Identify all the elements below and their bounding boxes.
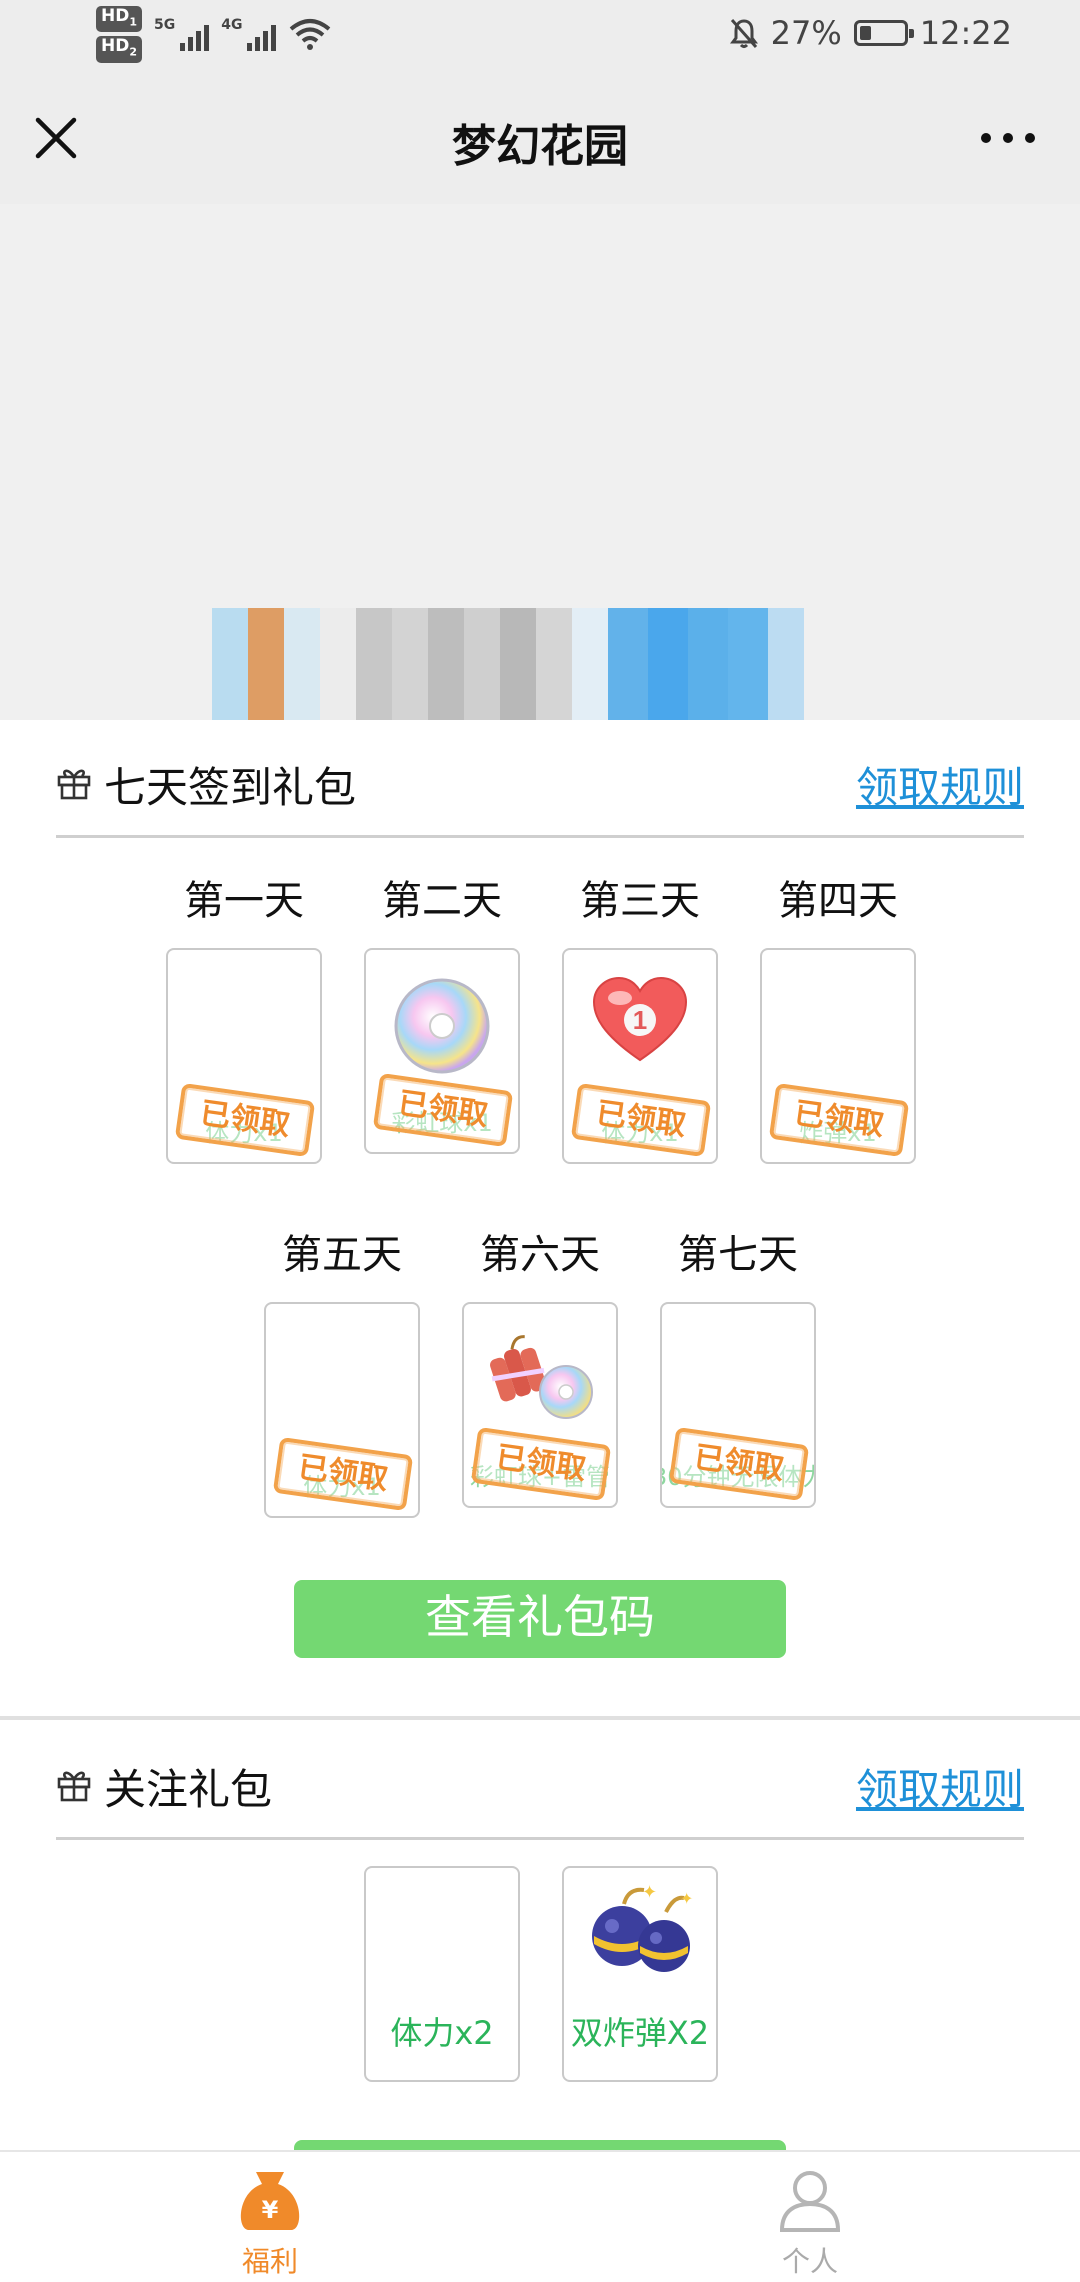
reward-card[interactable]: 彩虹球+雷管 已领取 — [462, 1302, 618, 1508]
hd-indicators: HD1 HD2 — [96, 6, 142, 63]
welfare-bag-icon: ¥ — [240, 2172, 300, 2230]
battery-fill — [859, 26, 871, 40]
clock: 12:22 — [919, 14, 1012, 52]
signal-4g-icon: 4G — [221, 17, 277, 52]
status-bar-left: HD1 HD2 5G 4G — [96, 6, 332, 63]
hd-badge-2: HD2 — [96, 36, 142, 63]
reward-name: 双炸弹X2 — [570, 2014, 710, 2052]
day-label: 第四天 — [778, 878, 898, 924]
signin-day-4[interactable]: 第四天 炸弹x1 已领取 — [760, 868, 916, 1164]
signal-5g-icon: 5G — [154, 17, 210, 52]
battery-icon — [853, 20, 914, 46]
day-label: 第六天 — [480, 1232, 600, 1278]
hd-badge-1: HD1 — [96, 6, 142, 33]
person-icon — [779, 2171, 841, 2232]
reward-card[interactable]: 1 体力x1 已领取 — [562, 948, 718, 1164]
signin-day-7[interactable]: 第七天 30分钟无限体力 已领取 — [660, 1222, 816, 1508]
tab-personal[interactable]: 个人 — [710, 2168, 910, 2280]
tab-welfare[interactable]: ¥ 福利 — [170, 2168, 370, 2280]
battery-percent: 27% — [770, 14, 842, 52]
blurred-banner-content — [212, 608, 804, 720]
bottom-tab-bar: ¥ 福利 个人 — [0, 2150, 1080, 2282]
tab-label: 个人 — [781, 2245, 838, 2278]
signin-day-5[interactable]: 第五天 体力x1 已领取 — [264, 1222, 420, 1518]
signin-day-1[interactable]: 第一天 体力x1 已领取 — [166, 868, 322, 1164]
status-bar-right: 27% 12:22 — [729, 14, 1012, 52]
rainbow-ball-icon — [394, 978, 490, 1074]
status-bar: HD1 HD2 5G 4G 27% 12:22 — [0, 0, 1080, 70]
reward-card[interactable]: 炸弹x1 已领取 — [760, 948, 916, 1164]
reward-card[interactable]: 30分钟无限体力 已领取 — [660, 1302, 816, 1508]
day-label: 第一天 — [184, 878, 304, 924]
svg-text:✦: ✦ — [680, 1889, 693, 1908]
tab-label: 福利 — [241, 2245, 298, 2278]
follow-section-title: 关注礼包 — [104, 1765, 273, 1814]
double-bomb-icon: ✦ ✦ — [592, 1882, 693, 1972]
section-divider — [0, 1716, 1080, 1720]
signin-section-title: 七天签到礼包 — [104, 763, 357, 812]
page-title: 梦幻花园 — [452, 121, 628, 172]
follow-reward-card-2[interactable]: ✦ ✦ 双炸弹X2 — [562, 1866, 718, 2082]
reward-card[interactable]: 体力x1 已领取 — [166, 948, 322, 1164]
wifi-icon — [290, 19, 331, 51]
banner-image[interactable] — [0, 204, 1080, 720]
day-label: 第七天 — [678, 1232, 798, 1278]
more-icon[interactable] — [976, 118, 1040, 158]
signin-day-3[interactable]: 第三天 1 体力x1 已领取 — [562, 868, 718, 1164]
dynamite-and-rainbow-ball-icon — [490, 1335, 593, 1419]
view-gift-code-button[interactable]: 查看礼包码 — [294, 1580, 786, 1658]
mute-bell-icon — [729, 19, 758, 48]
reward-name: 体力x2 — [390, 2014, 494, 2052]
gift-icon — [57, 1771, 91, 1802]
reward-card[interactable]: 体力x1 已领取 — [264, 1302, 420, 1518]
nav-bar: 梦幻花园 — [0, 70, 1080, 204]
follow-section-header: 关注礼包 领取规则 — [56, 1730, 1024, 1840]
svg-text:¥: ¥ — [262, 2196, 279, 2224]
follow-reward-card-1[interactable]: 体力x2 — [364, 1866, 520, 2082]
svg-text:✦: ✦ — [642, 1882, 657, 1903]
day-label: 第二天 — [382, 878, 502, 924]
reward-card[interactable]: 彩虹球x1 已领取 — [364, 948, 520, 1154]
day-label: 第五天 — [282, 1232, 402, 1278]
signin-rules-link[interactable]: 领取规则 — [856, 754, 1024, 815]
signin-day-6[interactable]: 第六天 彩虹球+雷管 已领取 — [462, 1222, 618, 1508]
day-label: 第三天 — [580, 878, 700, 924]
gift-icon — [57, 769, 91, 800]
signin-section-header: 七天签到礼包 领取规则 — [56, 728, 1024, 838]
signin-day-2[interactable]: 第二天 彩虹球x1 已领取 — [364, 868, 520, 1154]
heart-life-icon: 1 — [592, 976, 688, 1062]
svg-text:1: 1 — [633, 1005, 647, 1035]
follow-rules-link[interactable]: 领取规则 — [856, 1756, 1024, 1817]
